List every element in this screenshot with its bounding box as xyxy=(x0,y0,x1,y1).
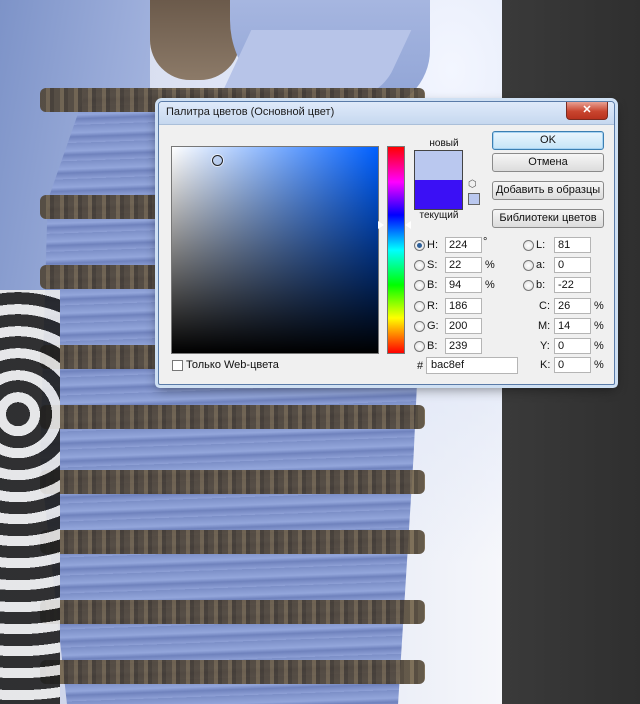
hue-slider-left-arrow-icon[interactable] xyxy=(377,220,384,230)
magenta-label: M: xyxy=(538,320,551,332)
lab-l-input[interactable]: 81 xyxy=(554,237,591,253)
blue-input[interactable]: 239 xyxy=(445,338,482,354)
magenta-input[interactable]: 14 xyxy=(554,318,591,334)
red-radio[interactable] xyxy=(414,301,425,312)
blue-label: B: xyxy=(427,340,438,352)
web-only-label: Только Web-цвета xyxy=(186,359,279,371)
black-label: K: xyxy=(540,359,551,371)
saturation-radio[interactable] xyxy=(414,260,425,271)
photo-lace-band xyxy=(40,600,425,624)
new-color-swatch xyxy=(415,151,462,180)
lab-l-radio[interactable] xyxy=(523,240,534,251)
close-button[interactable]: ✕ xyxy=(566,102,608,120)
lab-b-input[interactable]: -22 xyxy=(554,277,591,293)
percent-unit: % xyxy=(594,300,604,312)
ok-button[interactable]: OK xyxy=(492,131,604,150)
hue-slider-right-arrow-icon[interactable] xyxy=(405,221,411,229)
cyan-label: C: xyxy=(539,300,550,312)
brightness-input[interactable]: 94 xyxy=(445,277,482,293)
lab-b-label: b: xyxy=(536,279,546,291)
lab-l-label: L: xyxy=(536,239,546,251)
yellow-label: Y: xyxy=(540,340,550,352)
red-label: R: xyxy=(427,300,438,312)
yellow-input[interactable]: 0 xyxy=(554,338,591,354)
green-input[interactable]: 200 xyxy=(445,318,482,334)
color-swatch xyxy=(414,150,463,210)
green-radio[interactable] xyxy=(414,321,425,332)
current-color-label: текущий xyxy=(419,210,459,221)
saturation-input[interactable]: 22 xyxy=(445,257,482,273)
blue-radio[interactable] xyxy=(414,341,425,352)
new-color-label: новый xyxy=(429,138,459,149)
color-field-marker[interactable] xyxy=(212,155,223,166)
web-only-checkbox[interactable] xyxy=(172,360,183,371)
hue-input[interactable]: 224 xyxy=(445,237,482,253)
brightness-label: B: xyxy=(427,279,438,291)
color-field[interactable] xyxy=(171,146,379,354)
lab-a-radio[interactable] xyxy=(523,260,534,271)
percent-unit: % xyxy=(485,279,495,291)
cube-icon[interactable]: ⬡ xyxy=(468,180,478,190)
add-to-swatches-button[interactable]: Добавить в образцы xyxy=(492,181,604,200)
cancel-button[interactable]: Отмена xyxy=(492,153,604,172)
photo-lace-band xyxy=(40,660,425,684)
close-icon: ✕ xyxy=(582,104,592,116)
color-libraries-button[interactable]: Библиотеки цветов xyxy=(492,209,604,228)
percent-unit: % xyxy=(594,359,604,371)
degree-unit: ° xyxy=(483,236,488,248)
percent-unit: % xyxy=(485,259,495,271)
photo-neck xyxy=(150,0,240,80)
photo-lace-band xyxy=(40,530,425,554)
black-input[interactable]: 0 xyxy=(554,357,591,373)
current-color-swatch[interactable] xyxy=(415,180,462,209)
lab-a-input[interactable]: 0 xyxy=(554,257,591,273)
color-picker-dialog: Палитра цветов (Основной цвет) ✕ новый т… xyxy=(158,101,615,385)
saturation-label: S: xyxy=(427,259,438,271)
lab-a-label: a: xyxy=(536,259,546,271)
hex-label: # xyxy=(417,360,424,372)
hue-label: H: xyxy=(427,239,438,251)
cyan-input[interactable]: 26 xyxy=(554,298,591,314)
hue-radio[interactable] xyxy=(414,240,425,251)
hex-input[interactable]: bac8ef xyxy=(426,357,518,374)
red-input[interactable]: 186 xyxy=(445,298,482,314)
dialog-title: Палитра цветов (Основной цвет) xyxy=(166,106,335,118)
hue-slider[interactable] xyxy=(387,146,405,354)
web-safe-swatch[interactable] xyxy=(468,193,480,205)
lab-b-radio[interactable] xyxy=(523,280,534,291)
percent-unit: % xyxy=(594,320,604,332)
photo-plant xyxy=(0,290,60,704)
brightness-radio[interactable] xyxy=(414,280,425,291)
dialog-titlebar[interactable]: Палитра цветов (Основной цвет) ✕ xyxy=(159,102,614,125)
photo-lace-band xyxy=(40,470,425,494)
green-label: G: xyxy=(427,320,439,332)
percent-unit: % xyxy=(594,340,604,352)
photo-lace-band xyxy=(40,405,425,429)
